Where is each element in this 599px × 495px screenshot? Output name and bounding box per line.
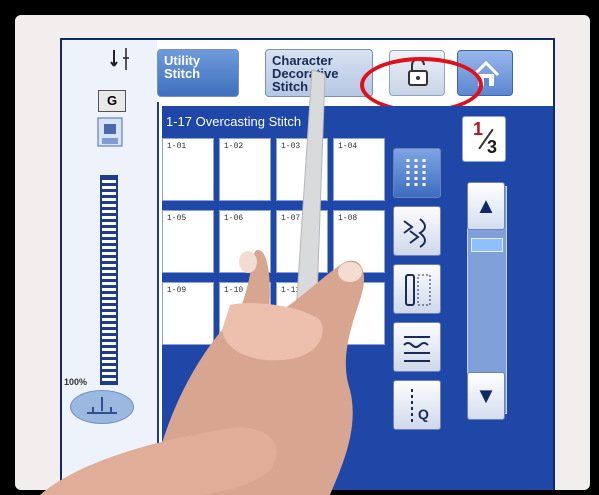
stitch-code: 1-08 — [338, 214, 358, 223]
stitch-cell[interactable]: 1-06 — [219, 210, 271, 273]
lcd-screen: G 100% Utility Stitch Character Decorati… — [60, 38, 555, 490]
quilting-category-button[interactable]: Q — [393, 380, 441, 430]
presser-foot-indicator: G — [98, 90, 126, 112]
stitch-selection-panel: 1-17 Overcasting Stitch 1-01 1-02 1-03 1… — [162, 106, 553, 490]
tab-character-decorative-stitch[interactable]: Character Decorative Stitch — [265, 49, 373, 97]
straight-stitch-category-button[interactable] — [393, 148, 441, 198]
scroll-thumb[interactable] — [471, 238, 503, 252]
stitch-cell[interactable]: 1-05 — [162, 210, 214, 273]
stitch-code: 1-11 — [281, 286, 301, 295]
selected-stitch-title: 1-17 Overcasting Stitch — [166, 114, 302, 129]
stitch-code: 1-09 — [167, 286, 187, 295]
stitch-cell[interactable]: 1-09 — [162, 282, 214, 345]
overcasting-icon — [403, 218, 426, 248]
stitch-cell[interactable]: 1-01 — [162, 138, 214, 201]
stitch-code: 1-01 — [167, 142, 187, 151]
page-current: 1 — [473, 119, 484, 139]
red-highlight-circle — [360, 57, 483, 113]
machine-bezel: G 100% Utility Stitch Character Decorati… — [15, 15, 590, 490]
stitch-code: 1-06 — [224, 214, 244, 223]
page-indicator: 1 3 — [462, 116, 506, 162]
speed-percent-label: 100% — [64, 377, 88, 387]
stitch-code: 1-07 — [281, 214, 301, 223]
overcasting-category-button[interactable] — [393, 206, 441, 256]
decorative-category-button[interactable] — [393, 322, 441, 372]
scroll-up-button[interactable]: ▲ — [467, 182, 505, 230]
stitch-grid: 1-01 1-02 1-03 1-04 1-05 1-06 1-07 1-08 … — [162, 138, 385, 490]
stitch-cell[interactable]: 1-08 — [333, 210, 385, 273]
stitch-cell[interactable]: 1-10 — [219, 282, 271, 345]
foot-lift-icon — [87, 397, 117, 414]
stitch-code: 1-10 — [224, 286, 244, 295]
arrow-up-icon: ▲ — [475, 193, 497, 218]
buttonhole-category-button[interactable] — [393, 264, 441, 314]
stitch-cell[interactable]: 1-07 — [276, 210, 328, 273]
presser-foot-icon — [97, 117, 123, 147]
tab-utility-stitch[interactable]: Utility Stitch — [157, 49, 239, 97]
needle-position-icon[interactable] — [100, 48, 140, 76]
left-status-column: G 100% — [62, 40, 159, 490]
stitch-cell[interactable]: 1-12 — [333, 282, 385, 345]
stitch-cell[interactable]: 1-11 — [276, 282, 328, 345]
quilting-icon: Q — [411, 389, 429, 425]
tab-utility-line2: Stitch — [164, 66, 201, 81]
stitch-cell[interactable]: 1-04 — [333, 138, 385, 201]
top-bar: Utility Stitch Character Decorative Stit… — [157, 40, 553, 113]
image-frame: G 100% Utility Stitch Character Decorati… — [4, 4, 595, 491]
svg-text:Q: Q — [418, 406, 429, 422]
stitch-cell[interactable]: 1-03 — [276, 138, 328, 201]
arrow-down-icon: ▼ — [475, 383, 497, 408]
straight-stitch-icon — [406, 159, 426, 189]
stitch-code: 1-03 — [281, 142, 301, 151]
stitch-cell[interactable]: 1-02 — [219, 138, 271, 201]
tab-character-line3: Stitch — [272, 79, 309, 94]
decorative-stitch-icon — [403, 336, 430, 362]
stitch-code: 1-12 — [338, 286, 358, 295]
buttonhole-icon — [405, 274, 431, 306]
stitch-code: 1-05 — [167, 214, 187, 223]
stitch-code: 1-02 — [224, 142, 244, 151]
speed-level-bar — [100, 175, 118, 385]
presser-foot-lift-button[interactable] — [70, 390, 134, 424]
stitch-code: 1-04 — [338, 142, 358, 151]
scroll-down-button[interactable]: ▼ — [467, 372, 505, 420]
page-total: 3 — [487, 137, 498, 157]
